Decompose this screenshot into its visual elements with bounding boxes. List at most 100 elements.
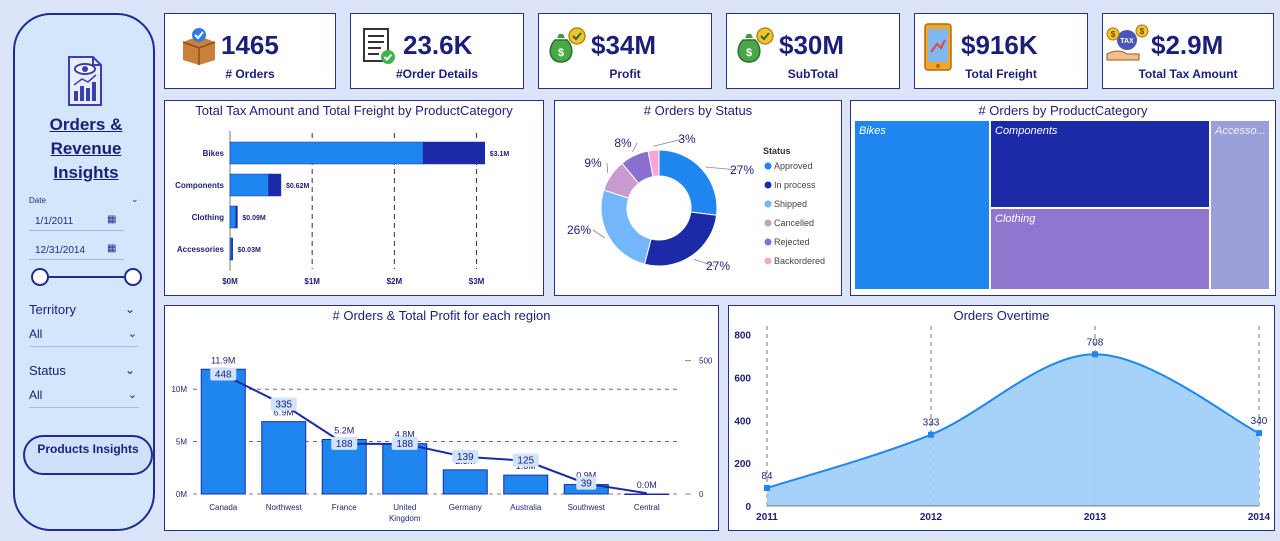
data-point <box>1092 351 1098 358</box>
slice-label: 8% <box>614 136 632 150</box>
tax-freight-chart: $0M $1M $2M $3M Bikes $3.1M Components $0.62M Cl… <box>175 131 510 286</box>
chevron-down-icon[interactable]: ⌄ <box>128 388 137 401</box>
date-slider-start-handle[interactable] <box>31 268 49 286</box>
calendar-icon[interactable]: ▦ <box>107 243 116 254</box>
slice-label: 27% <box>730 163 754 177</box>
donut-slice <box>658 149 718 216</box>
kpi-value: $916K <box>961 30 1038 60</box>
x-tick-label: Canada <box>209 503 238 512</box>
kpi-value: $2.9M <box>1151 30 1224 60</box>
date-label: Date <box>29 196 46 205</box>
tax-hand-icon: TAX $ $ <box>1106 24 1149 61</box>
y-tick-left: 5M <box>176 438 187 447</box>
region-combo-chart: 0M5M10M050011.9MCanada6.9MNorthwest5.2MF… <box>171 355 712 523</box>
treemap-label: Components <box>995 125 1058 137</box>
products-insights-button[interactable]: Products Insights <box>23 435 153 475</box>
kpi-card-subtotal: $ $30M SubTotal <box>726 13 900 89</box>
legend-item: Cancelled <box>774 218 814 228</box>
legend-item: Backordered <box>774 256 825 266</box>
treemap-cell-components[interactable]: Components <box>991 121 1209 207</box>
bar-data-label: 5.2M <box>334 425 354 435</box>
overtime-panel: Orders Overtime 0 200 400 600 800 2011 2012 201… <box>728 305 1275 531</box>
bar-segment <box>229 205 237 229</box>
treemap-cell-accessories[interactable]: Accesso... <box>1211 121 1269 289</box>
calendar-icon[interactable]: ▦ <box>107 214 116 225</box>
y-tick-left: 10M <box>171 385 187 394</box>
y-tick-label: 400 <box>734 416 751 427</box>
category-treemap: Bikes Components Clothing Accesso... <box>855 121 1271 291</box>
legend-item: Shipped <box>774 199 807 209</box>
svg-text:$: $ <box>1140 27 1145 36</box>
legend-marker <box>764 257 772 265</box>
status-donut-chart: 27% 27% 26% 9% 8% 3% Status Approved In process S… <box>567 132 825 273</box>
chevron-down-icon[interactable]: ⌄ <box>128 327 137 340</box>
legend-item: Approved <box>774 161 813 171</box>
treemap-cell-bikes[interactable]: Bikes <box>855 121 989 289</box>
data-label: $0.03M <box>237 247 261 254</box>
start-date-value: 1/1/2011 <box>35 216 74 227</box>
legend-marker <box>764 219 772 227</box>
treemap-label: Accesso... <box>1215 125 1266 137</box>
line-data-label: 39 <box>581 479 593 490</box>
territory-select[interactable]: All ⌄ <box>29 327 139 347</box>
phone-icon <box>924 23 952 71</box>
leader-line <box>606 162 609 174</box>
chevron-down-icon[interactable]: ⌄ <box>125 302 135 316</box>
slice-label: 26% <box>567 223 591 237</box>
status-select[interactable]: All ⌄ <box>29 388 139 408</box>
x-tick-label: $3M <box>469 277 485 286</box>
category-panel: # Orders by ProductCategory Bikes Compon… <box>850 100 1276 296</box>
box-icon <box>182 28 216 65</box>
kpi-value: 1465 <box>221 30 279 60</box>
kpi-label: SubTotal <box>787 67 839 81</box>
start-date-input[interactable]: 1/1/2011 ▦ <box>29 213 124 231</box>
legend-title: Status <box>763 146 791 156</box>
kpi-card-profit: $ $34M Profit <box>538 13 712 89</box>
kpi-card-orders: 1465 # Orders <box>164 13 336 89</box>
treemap-cell-clothing[interactable]: Clothing <box>991 209 1209 289</box>
end-date-input[interactable]: 12/31/2014 ▦ <box>29 242 124 260</box>
date-slider-track[interactable] <box>39 276 134 278</box>
data-point <box>764 485 770 491</box>
region-bar <box>624 493 670 495</box>
x-tick-label: $2M <box>387 277 403 286</box>
legend-marker <box>764 181 772 189</box>
bar-segment <box>229 173 269 197</box>
x-tick-label: 2013 <box>1084 512 1107 523</box>
status-label: Status <box>29 363 66 378</box>
money-bag-icon: $ <box>549 27 586 63</box>
y-tick-label: 600 <box>734 373 751 384</box>
data-label: $3.1M <box>490 151 510 158</box>
x-tick-label: Australia <box>510 503 542 512</box>
legend-marker <box>764 200 772 208</box>
chevron-down-icon[interactable]: ⌄ <box>125 363 135 377</box>
bar-segment <box>231 237 233 261</box>
x-tick-label: $0M <box>222 277 238 286</box>
y-tick-right: 0 <box>699 490 704 499</box>
slice-label: 3% <box>678 132 696 146</box>
kpi-value: $34M <box>591 30 657 60</box>
kpi-label: Profit <box>609 67 641 81</box>
leader-line <box>632 142 638 153</box>
kpi-label: Total Freight <box>965 67 1037 81</box>
kpi-card-total-tax-amount: TAX $ $ $2.9M Total Tax Amount <box>1102 13 1274 89</box>
chevron-down-icon[interactable]: ⌄ <box>131 194 139 205</box>
region-bar <box>382 443 428 495</box>
date-slider-end-handle[interactable] <box>124 268 142 286</box>
status-value: All <box>29 388 43 402</box>
data-point <box>928 431 934 438</box>
kpi-card-order-details: 23.6K #Order Details <box>350 13 524 89</box>
data-label: $0.09M <box>242 215 266 222</box>
dashboard-title-line-3: Insights <box>53 163 119 182</box>
leader-line <box>592 229 605 239</box>
y-tick-label: 200 <box>734 459 751 470</box>
svg-text:TAX: TAX <box>1120 38 1134 45</box>
data-label: 340 <box>1251 416 1268 427</box>
y-tick-label: 800 <box>734 331 751 342</box>
region-bar <box>503 474 549 495</box>
slice-label: 9% <box>584 156 602 170</box>
kpi-value: 23.6K <box>403 30 473 60</box>
money-bag-icon: $ <box>737 27 774 63</box>
tax-freight-panel: Total Tax Amount and Total Freight by Pr… <box>164 100 544 296</box>
svg-text:$: $ <box>746 47 752 59</box>
